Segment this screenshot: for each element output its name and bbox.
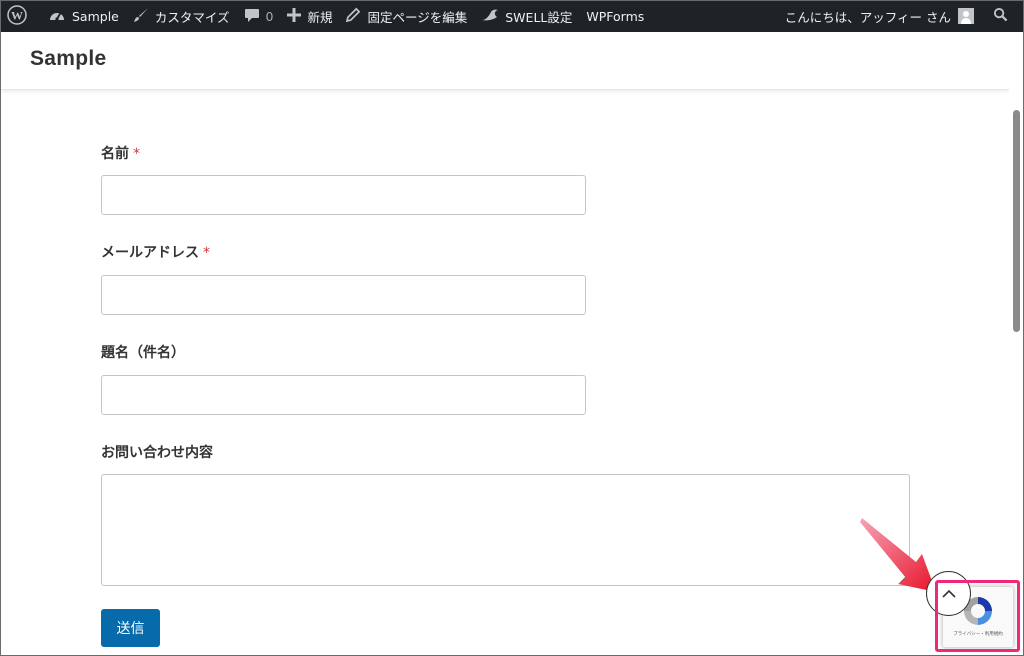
avatar bbox=[958, 8, 974, 24]
new-content-menu[interactable]: 新規 bbox=[280, 0, 339, 32]
subject-label: 題名（件名） bbox=[101, 342, 185, 362]
swell-wave-icon bbox=[481, 8, 505, 25]
name-label-text: 名前 bbox=[101, 146, 129, 162]
wordpress-logo-icon: W bbox=[7, 4, 33, 28]
comment-icon bbox=[244, 7, 266, 26]
brush-icon bbox=[133, 7, 155, 26]
site-header: Sample bbox=[0, 32, 1010, 90]
wpforms-label: WPForms bbox=[586, 8, 645, 24]
account-menu[interactable]: こんにちは、アッフィー さん bbox=[778, 0, 981, 32]
chevron-up-icon bbox=[941, 589, 956, 598]
scrollbar[interactable] bbox=[1009, 32, 1023, 655]
scrollbar-thumb[interactable] bbox=[1013, 110, 1020, 332]
customize-label: カスタマイズ bbox=[154, 9, 230, 25]
recaptcha-footer-text[interactable]: プライバシー・利用規約 bbox=[943, 631, 1013, 637]
site-name-label: Sample bbox=[72, 8, 119, 24]
dashboard-icon bbox=[48, 7, 72, 26]
name-field[interactable] bbox=[101, 175, 586, 215]
svg-text:W: W bbox=[11, 8, 23, 22]
wpforms-menu[interactable]: WPForms bbox=[579, 0, 651, 32]
comments-count: 0 bbox=[265, 8, 274, 24]
search-icon bbox=[993, 7, 1014, 25]
plus-icon bbox=[287, 7, 307, 25]
message-textarea[interactable] bbox=[101, 474, 910, 586]
edit-page-menu[interactable]: 固定ページを編集 bbox=[339, 0, 474, 32]
back-to-top-button[interactable] bbox=[926, 571, 971, 616]
customize-menu[interactable]: カスタマイズ bbox=[126, 0, 237, 32]
message-label: お問い合わせ内容 bbox=[101, 442, 213, 462]
message-label-text: お問い合わせ内容 bbox=[101, 445, 213, 461]
comments-menu[interactable]: 0 bbox=[237, 0, 281, 32]
swell-settings-menu[interactable]: SWELL設定 bbox=[474, 0, 579, 32]
email-field[interactable] bbox=[101, 275, 586, 315]
email-label: メールアドレス * bbox=[101, 242, 210, 262]
site-title[interactable]: Sample bbox=[30, 47, 107, 71]
edit-page-label: 固定ページを編集 bbox=[367, 9, 468, 25]
site-name-menu[interactable]: Sample bbox=[41, 0, 126, 32]
new-label: 新規 bbox=[307, 9, 333, 25]
wordpress-menu[interactable]: W bbox=[0, 0, 41, 32]
admin-search[interactable] bbox=[981, 0, 1024, 32]
greeting-label: こんにちは、アッフィー さん bbox=[784, 9, 951, 25]
pencil-icon bbox=[346, 7, 367, 25]
admin-bar: W Sample カスタマイズ 0 新規 固定ページを編集 SWELL設定 WP… bbox=[0, 0, 1024, 32]
name-label: 名前 * bbox=[101, 143, 140, 163]
swell-settings-label: SWELL設定 bbox=[505, 9, 573, 25]
subject-field[interactable] bbox=[101, 375, 586, 415]
submit-button[interactable]: 送信 bbox=[101, 609, 160, 647]
required-mark: * bbox=[203, 245, 210, 261]
required-mark: * bbox=[133, 146, 140, 162]
email-label-text: メールアドレス bbox=[101, 245, 199, 261]
subject-label-text: 題名（件名） bbox=[101, 345, 185, 361]
